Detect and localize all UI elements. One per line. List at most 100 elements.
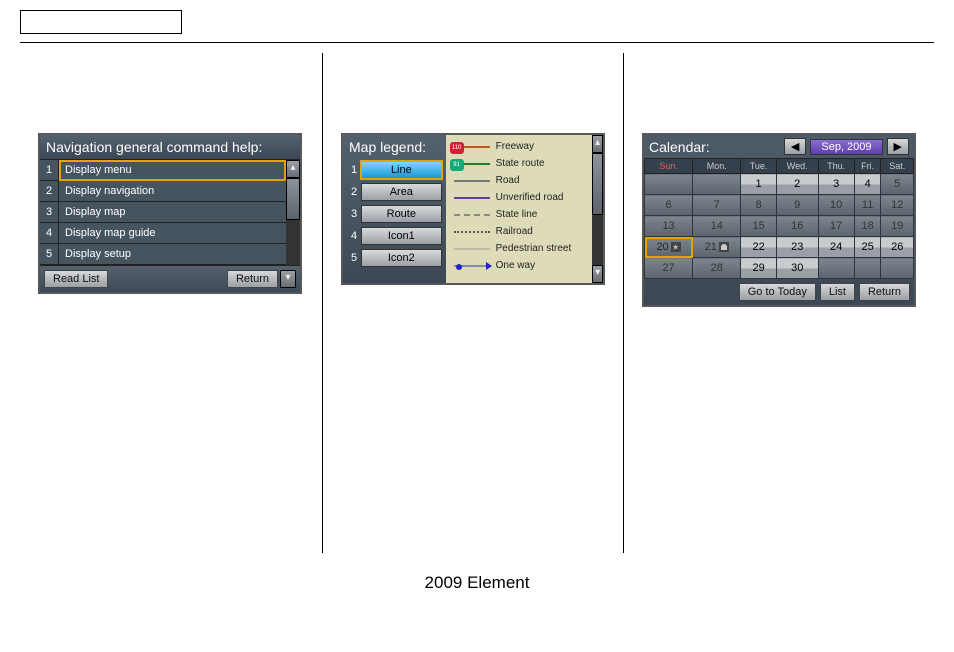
calendar-dow: Thu. [818, 159, 854, 174]
calendar-day[interactable]: 22 [741, 237, 777, 258]
nav-item-display-menu[interactable]: Display menu [59, 160, 286, 181]
legend-scrollbar[interactable]: ▴ ▾ [592, 135, 603, 283]
calendar-day[interactable]: 15 [741, 216, 777, 237]
oneway-arrow-icon [486, 262, 492, 270]
month-label[interactable]: Sep, 2009 [810, 139, 882, 155]
nav-idx: 3 [40, 202, 59, 223]
calendar-day[interactable]: 6 [645, 195, 693, 216]
prev-month-button[interactable]: ◀ [784, 138, 806, 155]
oneway-dot-icon [456, 264, 462, 270]
calendar-dow: Wed. [776, 159, 818, 174]
scroll-down-icon[interactable]: ▾ [280, 270, 296, 288]
scroll-up-icon[interactable]: ▴ [592, 135, 603, 153]
nav-idx: 2 [40, 181, 59, 202]
col-1: Navigation general command help: 1Displa… [20, 53, 322, 553]
star-icon [671, 242, 681, 252]
columns: Navigation general command help: 1Displa… [20, 53, 934, 553]
person-icon [719, 242, 729, 252]
state-shield-icon: 91 [450, 159, 464, 171]
calendar-day[interactable]: 1 [741, 174, 777, 195]
legend-btn-icon2[interactable]: Icon2 [361, 249, 442, 267]
scroll-down-icon[interactable]: ▾ [592, 265, 603, 283]
legend-label: Pedestrian street [496, 243, 572, 254]
nav-item-display-setup[interactable]: Display setup [59, 244, 286, 265]
calendar-day[interactable]: 27 [645, 258, 693, 279]
footer-text: 2009 Element [20, 573, 934, 593]
nav-help-panel: Navigation general command help: 1Displa… [38, 133, 302, 294]
legend-label: Unverified road [496, 192, 564, 203]
calendar-title: Calendar: [649, 139, 710, 155]
calendar-dow: Tue. [741, 159, 777, 174]
scroll-up-icon[interactable]: ▴ [286, 160, 300, 178]
return-button[interactable]: Return [859, 283, 910, 301]
nav-idx: 1 [40, 160, 59, 181]
nav-idx: 5 [40, 244, 59, 265]
next-month-button[interactable]: ▶ [887, 138, 909, 155]
calendar-day[interactable]: 12 [881, 195, 914, 216]
legend-label: Freeway [496, 141, 534, 152]
calendar-dow: Mon. [693, 159, 741, 174]
nav-item-display-map-guide[interactable]: Display map guide [59, 223, 286, 244]
calendar-day[interactable]: 8 [741, 195, 777, 216]
nav-help-title: Navigation general command help: [40, 135, 300, 159]
nav-help-body: 1Display menu 2Display navigation 3Displ… [40, 159, 300, 265]
col-3: Calendar: ◀ Sep, 2009 ▶ Sun.Mon.Tue.Wed.… [624, 53, 934, 553]
calendar-day[interactable]: 3 [818, 174, 854, 195]
legend-btn-route[interactable]: Route [361, 205, 442, 223]
calendar-day[interactable]: 13 [645, 216, 693, 237]
read-list-button[interactable]: Read List [44, 270, 108, 288]
calendar-day[interactable]: 14 [693, 216, 741, 237]
calendar-day[interactable]: 4 [854, 174, 881, 195]
go-to-today-button[interactable]: Go to Today [739, 283, 816, 301]
calendar-day [854, 258, 881, 279]
scroll-thumb[interactable] [592, 153, 603, 215]
nav-item-display-map[interactable]: Display map [59, 202, 286, 223]
calendar-day[interactable]: 25 [854, 237, 881, 258]
calendar-day[interactable]: 29 [741, 258, 777, 279]
calendar-day [693, 174, 741, 195]
divider [20, 42, 934, 43]
calendar-day[interactable]: 16 [776, 216, 818, 237]
legend-label: State line [496, 209, 538, 220]
scroll-thumb[interactable] [286, 178, 300, 220]
calendar-day[interactable]: 30 [776, 258, 818, 279]
legend-key: 110 Freeway 91 State route Road Unverified… [446, 135, 593, 283]
nav-scrollbar[interactable]: ▴ [286, 160, 300, 265]
nav-idx: 4 [40, 223, 59, 244]
calendar-day[interactable]: 20 [645, 237, 693, 258]
legend-btn-line[interactable]: Line [361, 161, 442, 179]
calendar-day[interactable]: 9 [776, 195, 818, 216]
calendar-day[interactable]: 10 [818, 195, 854, 216]
legend-btn-area[interactable]: Area [361, 183, 442, 201]
calendar-day[interactable]: 24 [818, 237, 854, 258]
calendar-day[interactable]: 18 [854, 216, 881, 237]
calendar-dow: Sat. [881, 159, 914, 174]
calendar-day [881, 258, 914, 279]
calendar-day[interactable]: 17 [818, 216, 854, 237]
calendar-day[interactable]: 7 [693, 195, 741, 216]
legend-btn-icon1[interactable]: Icon1 [361, 227, 442, 245]
calendar-day [818, 258, 854, 279]
legend-label: State route [496, 158, 545, 169]
calendar-day[interactable]: 5 [881, 174, 914, 195]
calendar-day[interactable]: 26 [881, 237, 914, 258]
legend-label: Railroad [496, 226, 533, 237]
calendar-day[interactable]: 11 [854, 195, 881, 216]
calendar-dow: Sun. [645, 159, 693, 174]
calendar-day[interactable]: 21 [693, 237, 741, 258]
nav-item-display-navigation[interactable]: Display navigation [59, 181, 286, 202]
map-legend-panel: Map legend: 1Line 2Area 3Route 4Icon1 5I… [341, 133, 605, 285]
calendar-grid: Sun.Mon.Tue.Wed.Thu.Fri.Sat. 12345678910… [644, 158, 914, 279]
return-button[interactable]: Return [227, 270, 278, 288]
legend-label: Road [496, 175, 520, 186]
map-legend-title: Map legend: [343, 135, 446, 159]
interstate-shield-icon: 110 [450, 142, 464, 154]
calendar-day[interactable]: 28 [693, 258, 741, 279]
calendar-day[interactable]: 23 [776, 237, 818, 258]
calendar-day[interactable]: 19 [881, 216, 914, 237]
list-button[interactable]: List [820, 283, 855, 301]
legend-label: One way [496, 260, 535, 271]
calendar-day[interactable]: 2 [776, 174, 818, 195]
calendar-panel: Calendar: ◀ Sep, 2009 ▶ Sun.Mon.Tue.Wed.… [642, 133, 916, 307]
calendar-dow: Fri. [854, 159, 881, 174]
